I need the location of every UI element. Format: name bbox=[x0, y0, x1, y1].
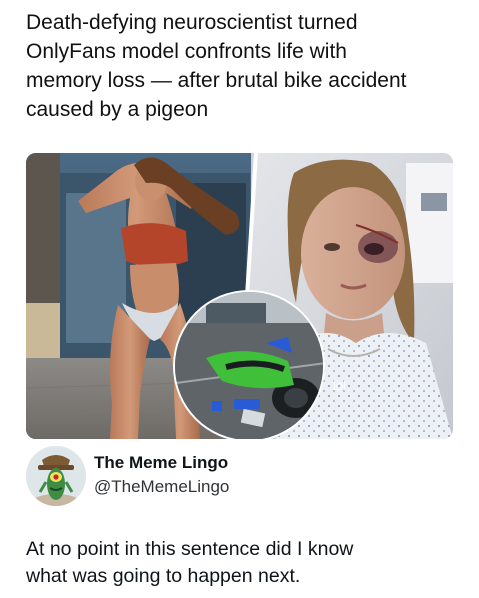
headline-line: caused by a pigeon bbox=[26, 98, 209, 121]
plankton-avatar-icon[interactable] bbox=[26, 446, 86, 506]
article-image[interactable]: lol bbox=[26, 153, 453, 439]
author-handle[interactable]: @TheMemeLingo bbox=[94, 477, 229, 497]
headline-line: OnlyFans model confronts life with bbox=[26, 40, 347, 63]
headline-line: Death-defying neuroscientist turned bbox=[26, 11, 358, 34]
tweet-line: At no point in this sentence did I know bbox=[26, 538, 354, 560]
headline-line: memory loss — after brutal bike accident bbox=[26, 69, 407, 92]
tweet-text: At no point in this sentence did I know … bbox=[26, 536, 466, 590]
tweet-author[interactable]: The Meme Lingo @TheMemeLingo bbox=[26, 446, 456, 506]
article-headline: Death-defying neuroscientist turned Only… bbox=[26, 8, 458, 124]
author-name[interactable]: The Meme Lingo bbox=[94, 453, 228, 473]
tweet-line: what was going to happen next. bbox=[26, 565, 301, 587]
inset-caption: lol bbox=[333, 378, 346, 393]
